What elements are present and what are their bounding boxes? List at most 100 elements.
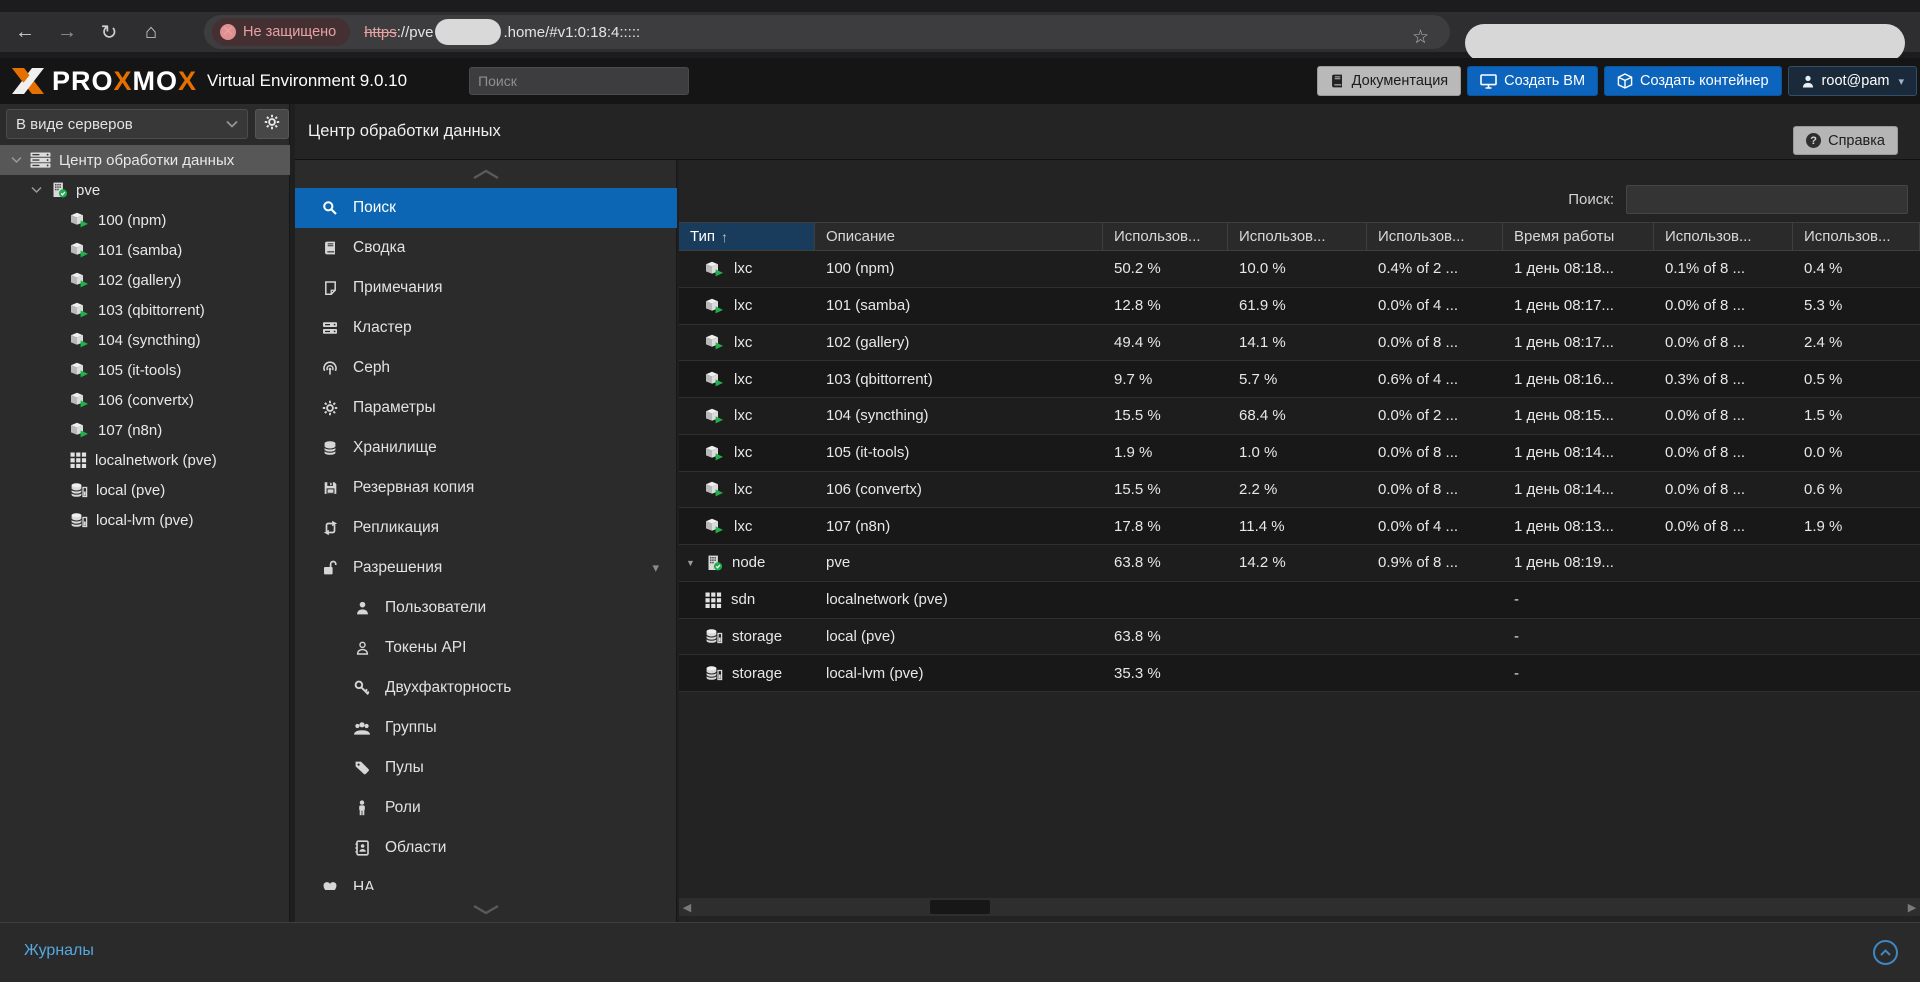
table-row-105-it-tools-[interactable]: lxc 105 (it-tools) 1.9 % 1.0 % 0.0% of 8 ...… (679, 434, 1920, 472)
cell-5: 1 день 08:16... (1503, 361, 1654, 397)
table-row-localnetwork-pve-[interactable]: sdn localnetwork (pve) - (679, 581, 1920, 619)
nav-item--[interactable]: Параметры (295, 388, 677, 428)
help-button[interactable]: ? Справка (1793, 126, 1898, 155)
nav-item--[interactable]: Репликация (295, 508, 677, 548)
cell-value: 101 (samba) (826, 297, 911, 315)
chevron-down-icon (473, 904, 499, 915)
nav-item--[interactable]: Пользователи (295, 588, 677, 628)
tree-item-104-syncthing-[interactable]: 104 (syncthing) (0, 325, 290, 355)
cell-5: - (1503, 619, 1654, 655)
lxc-icon (70, 422, 90, 438)
column-header-2[interactable]: Описание (815, 223, 1103, 250)
cell-value: 1 день 08:13... (1514, 517, 1614, 535)
nav-item--[interactable]: Резервная копия (295, 468, 677, 508)
reload-icon[interactable]: ↻ (92, 20, 126, 45)
global-search-input[interactable] (469, 67, 690, 95)
column-header-1[interactable]: Тип ↑ (679, 223, 815, 250)
nav-item-label: Параметры (353, 399, 436, 416)
header-button-1[interactable]: Документация (1316, 66, 1462, 96)
forward-arrow-icon[interactable]: → (50, 21, 84, 44)
tree-item-100-npm-[interactable]: 100 (npm) (0, 205, 290, 235)
table-row-100-npm-[interactable]: lxc 100 (npm) 50.2 % 10.0 % 0.4% of 2 ... 1 д… (679, 251, 1920, 288)
cell-5: 1 день 08:14... (1503, 435, 1654, 471)
tree-item-101-samba-[interactable]: 101 (samba) (0, 235, 290, 265)
tree-item-103-qbittorrent-[interactable]: 103 (qbittorrent) (0, 295, 290, 325)
view-mode-select[interactable]: В виде серверов (6, 109, 248, 139)
back-arrow-icon[interactable]: ← (8, 21, 42, 44)
logs-link[interactable]: Журналы (24, 942, 94, 960)
tree-item-107-n8n-[interactable]: 107 (n8n) (0, 415, 290, 445)
nav-item--[interactable]: Кластер (295, 308, 677, 348)
table-row-106-convertx-[interactable]: lxc 106 (convertx) 15.5 % 2.2 % 0.0% of 8 ..… (679, 471, 1920, 509)
table-row-102-gallery-[interactable]: lxc 102 (gallery) 49.4 % 14.1 % 0.0% of 8 ..… (679, 324, 1920, 362)
security-badge[interactable]: ✕ Не защищено (212, 18, 351, 46)
table-row-107-n8n-[interactable]: lxc 107 (n8n) 17.8 % 11.4 % 0.0% of 4 ... 1 д… (679, 508, 1920, 545)
tree-expander-icon[interactable] (30, 186, 42, 194)
row-expander-icon[interactable]: ▼ (686, 558, 696, 568)
scroll-left-icon[interactable]: ◀ (679, 901, 695, 914)
tree-item-102-gallery-[interactable]: 102 (gallery) (0, 265, 290, 295)
nav-item--[interactable]: Группы (295, 708, 677, 748)
tree-item-localnetwork-pve-[interactable]: localnetwork (pve) (0, 445, 290, 475)
nav-item-ha[interactable]: HA (295, 868, 677, 890)
tree-item--[interactable]: Центр обработки данных (0, 145, 290, 175)
column-header-7[interactable]: Использов... (1654, 223, 1793, 250)
nav-item--[interactable]: Двухфакторность (295, 668, 677, 708)
user-white-icon (1801, 74, 1815, 89)
tree-item-local-pve-[interactable]: local (pve) (0, 475, 290, 505)
address-bar[interactable]: ✕ Не защищено https://pve .home/#v1:0:18:… (204, 15, 1450, 49)
nav-scroll-down[interactable] (295, 903, 677, 916)
horizontal-scrollbar[interactable]: ◀ ▶ (679, 898, 1920, 916)
table-row-pve[interactable]: ▼ node pve 63.8 % 14.2 % 0.9% of 8 ... 1 день … (679, 545, 1920, 582)
cluster-icon (320, 320, 340, 336)
tree-item-label: 105 (it-tools) (98, 361, 182, 379)
home-icon[interactable]: ⌂ (134, 21, 168, 44)
storage-tree-icon (70, 512, 88, 528)
tree-settings-button[interactable] (255, 109, 289, 139)
nav-scroll-up[interactable] (295, 168, 677, 181)
nav-item--api[interactable]: Токены API (295, 628, 677, 668)
table-row-local-pve-[interactable]: storage local (pve) 63.8 % - (679, 618, 1920, 656)
column-header-5[interactable]: Использов... (1367, 223, 1503, 250)
nav-item--[interactable]: Разрешения ▾ (295, 548, 677, 588)
table-row-103-qbittorrent-[interactable]: lxc 103 (qbittorrent) 9.7 % 5.7 % 0.6% of 4 … (679, 361, 1920, 398)
nav-item--[interactable]: Сводка (295, 228, 677, 268)
grid-body: lxc 100 (npm) 50.2 % 10.0 % 0.4% of 2 ... 1 д… (679, 251, 1920, 692)
column-header-3[interactable]: Использов... (1103, 223, 1228, 250)
tree-item-105-it-tools-[interactable]: 105 (it-tools) (0, 355, 290, 385)
cell-6: 0.0% of 8 ... (1654, 435, 1793, 471)
url-redaction-blob (435, 19, 502, 45)
chevron-down-icon[interactable]: ▾ (652, 560, 659, 576)
cell-4 (1367, 619, 1503, 655)
scrollbar-thumb[interactable] (930, 900, 990, 914)
grid-filter-input[interactable] (1626, 185, 1908, 214)
storage-tree-icon (705, 665, 723, 681)
cell-1: 102 (gallery) (815, 325, 1103, 361)
nav-item--[interactable]: Хранилище (295, 428, 677, 468)
bookmark-star-icon[interactable]: ☆ (1412, 26, 1429, 49)
cell-5: - (1503, 582, 1654, 618)
collapse-panel-button[interactable] (1873, 940, 1898, 965)
nav-item--[interactable]: Роли (295, 788, 677, 828)
nav-item--[interactable]: Поиск (295, 188, 677, 228)
table-row-104-syncthing-[interactable]: lxc 104 (syncthing) 15.5 % 68.4 % 0.0% of 2 … (679, 398, 1920, 435)
column-header-8[interactable]: Использов... (1793, 223, 1920, 250)
table-row-local-lvm-pve-[interactable]: storage local-lvm (pve) 35.3 % - (679, 655, 1920, 692)
tree-item-pve[interactable]: pve (0, 175, 290, 205)
nav-item--[interactable]: Области (295, 828, 677, 868)
header-button-2[interactable]: Создать ВМ (1467, 66, 1599, 96)
tree-item-local-lvm-pve-[interactable]: local-lvm (pve) (0, 505, 290, 535)
column-header-4[interactable]: Использов... (1228, 223, 1367, 250)
type-label: lxc (734, 517, 753, 535)
scroll-right-icon[interactable]: ▶ (1904, 901, 1920, 914)
tree-item-106-convertx-[interactable]: 106 (convertx) (0, 385, 290, 415)
nav-item-ceph[interactable]: Ceph (295, 348, 677, 388)
nav-item--[interactable]: Примечания (295, 268, 677, 308)
header-button-4[interactable]: root@pam ▾ (1787, 66, 1917, 96)
cell-3 (1228, 619, 1367, 655)
column-header-6[interactable]: Время работы (1503, 223, 1654, 250)
header-button-3[interactable]: Создать контейнер (1604, 66, 1782, 96)
table-row-101-samba-[interactable]: lxc 101 (samba) 12.8 % 61.9 % 0.0% of 4 ... 1… (679, 287, 1920, 325)
tree-expander-icon[interactable] (10, 156, 22, 164)
nav-item--[interactable]: Пулы (295, 748, 677, 788)
